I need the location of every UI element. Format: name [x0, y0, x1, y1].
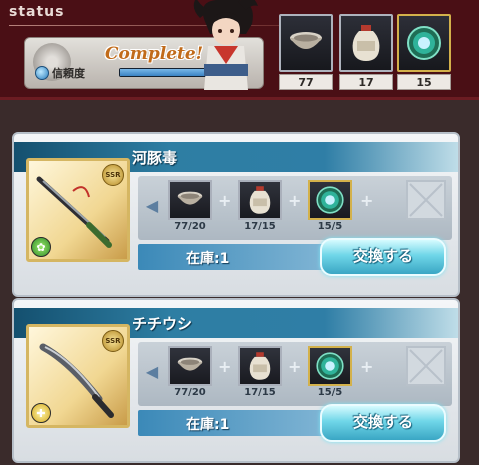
- plus-icon: +: [288, 357, 302, 376]
- plus-icon: +: [360, 191, 374, 210]
- exchange-button[interactable]: 交換する: [320, 404, 446, 442]
- material-count: 15/5: [317, 387, 343, 398]
- status-item-count: 77: [279, 74, 333, 90]
- card-name: 河豚毒: [132, 149, 178, 167]
- material-slot[interactable]: 17/15: [238, 180, 282, 232]
- orb-icon: [397, 14, 451, 72]
- material-count: 77/20: [174, 387, 206, 398]
- jar-icon: [339, 14, 393, 72]
- orb-icon: [308, 346, 352, 386]
- status-item-jar[interactable]: 17: [339, 14, 393, 92]
- materials-strip: ◀ 77/20 + 17/15 + 15/5 +: [138, 342, 452, 406]
- stock-bar: 在庫:1: [138, 410, 324, 436]
- exchange-card: チチウシ SSR ✚ ◀ 77/20 + 17/15 + 15/5 + 在庫:1…: [12, 298, 460, 463]
- material-slot[interactable]: 17/15: [238, 346, 282, 398]
- bowl-icon: [279, 14, 333, 72]
- empty-material-slot: [406, 346, 446, 386]
- exchange-button[interactable]: 交換する: [320, 238, 446, 276]
- materials-strip: ◀ 77/20 + 17/15 + 15/5 +: [138, 176, 452, 240]
- jar-icon: [238, 180, 282, 220]
- light-element-icon: ✚: [31, 403, 51, 423]
- plus-icon: +: [218, 191, 232, 210]
- orb-icon: [308, 180, 352, 220]
- material-count: 17/15: [244, 387, 276, 398]
- arrow-left-icon[interactable]: ◀: [142, 196, 162, 218]
- material-slot[interactable]: 77/20: [168, 180, 212, 232]
- trust-label-group: 信頼度: [35, 65, 85, 81]
- stock-text: 在庫:1: [186, 251, 230, 267]
- stock-text: 在庫:1: [186, 417, 230, 433]
- plus-icon: +: [218, 357, 232, 376]
- character-portrait: [193, 0, 258, 90]
- weapon-thumbnail[interactable]: SSR ✿: [26, 158, 130, 262]
- stock-bar: 在庫:1: [138, 244, 324, 270]
- card-name: チチウシ: [132, 315, 193, 333]
- material-slot[interactable]: 15/5: [308, 346, 352, 398]
- rarity-badge: SSR: [102, 330, 124, 352]
- status-item-bowl[interactable]: 77: [279, 14, 333, 92]
- bowl-icon: [168, 346, 212, 386]
- status-panel: status Complete! 信頼度 77 17 15: [0, 0, 479, 100]
- plus-icon: +: [288, 191, 302, 210]
- plus-icon: +: [360, 357, 374, 376]
- status-item-count: 17: [339, 74, 393, 90]
- arrow-left-icon[interactable]: ◀: [142, 362, 162, 384]
- material-count: 15/5: [317, 221, 343, 232]
- status-item-orb[interactable]: 15: [397, 14, 451, 92]
- material-count: 17/15: [244, 221, 276, 232]
- jar-icon: [238, 346, 282, 386]
- empty-material-slot: [406, 180, 446, 220]
- bowl-icon: [168, 180, 212, 220]
- trust-icon: [35, 66, 49, 80]
- rarity-badge: SSR: [102, 164, 124, 186]
- trust-label: 信頼度: [52, 67, 85, 80]
- material-count: 77/20: [174, 221, 206, 232]
- status-item-count: 15: [397, 74, 451, 90]
- material-slot[interactable]: 15/5: [308, 180, 352, 232]
- exchange-card: 河豚毒 SSR ✿ ◀ 77/20 + 17/15 + 15/5 + 在庫:1 …: [12, 132, 460, 297]
- material-slot[interactable]: 77/20: [168, 346, 212, 398]
- weapon-thumbnail[interactable]: SSR ✚: [26, 324, 130, 428]
- status-title: status: [9, 4, 65, 20]
- wind-element-icon: ✿: [31, 237, 51, 257]
